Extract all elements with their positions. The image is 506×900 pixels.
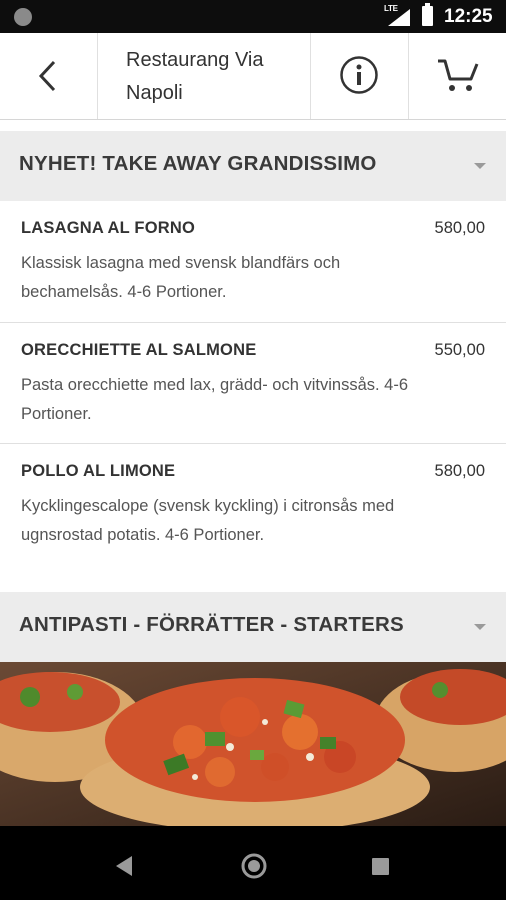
item-price: 550,00 <box>434 341 485 359</box>
back-nav-icon[interactable] <box>116 856 134 876</box>
system-nav-bar <box>0 826 506 900</box>
item-description: Kycklingescalope (svensk kyckling) i cit… <box>21 497 395 544</box>
signal-icon <box>388 9 410 26</box>
back-arrow-icon <box>38 60 56 92</box>
item-price: 580,00 <box>434 462 485 480</box>
home-nav-icon[interactable] <box>241 853 267 879</box>
menu-item[interactable]: LASAGNA AL FORNO 580,00 Klassisk lasagna… <box>0 201 506 323</box>
info-icon <box>340 56 378 94</box>
status-bar: LTE 12:25 <box>0 0 506 33</box>
item-name: ORECCHIETTE AL SALMONE <box>21 341 257 359</box>
info-button[interactable] <box>311 33 409 119</box>
cart-icon <box>438 59 479 91</box>
item-name: LASAGNA AL FORNO <box>21 219 196 237</box>
item-description: Pasta orecchiette med lax, grädd- och vi… <box>21 376 409 423</box>
item-description: Klassisk lasagna med svensk blandfärs oc… <box>21 254 341 301</box>
back-button[interactable] <box>0 33 98 119</box>
cart-button[interactable] <box>409 33 506 119</box>
page-title: Restaurang Via Napoli <box>126 49 264 104</box>
app-bar: Restaurang Via Napoli <box>0 33 506 120</box>
recents-nav-icon[interactable] <box>372 858 389 875</box>
battery-icon <box>422 3 433 26</box>
menu-item[interactable]: POLLO AL LIMONE 580,00 Kycklingescalope … <box>0 444 506 591</box>
notification-icon <box>14 8 32 26</box>
section-header-take-away[interactable]: NYHET! TAKE AWAY GRANDISSIMO <box>0 131 506 201</box>
section-header-antipasti[interactable]: ANTIPASTI - FÖRRÄTTER - STARTERS <box>0 592 506 662</box>
menu-item[interactable]: ORECCHIETTE AL SALMONE 550,00 Pasta orec… <box>0 323 506 444</box>
section-image-bruschetta <box>0 662 506 826</box>
restaurant-title-area: Restaurang Via Napoli <box>98 33 311 119</box>
item-price: 580,00 <box>434 219 485 237</box>
section-title: ANTIPASTI - FÖRRÄTTER - STARTERS <box>19 613 404 636</box>
item-name: POLLO AL LIMONE <box>21 462 176 480</box>
chevron-down-icon <box>474 624 486 630</box>
section-title: NYHET! TAKE AWAY GRANDISSIMO <box>19 152 377 175</box>
clock: 12:25 <box>444 6 493 27</box>
chevron-down-icon <box>474 163 486 169</box>
